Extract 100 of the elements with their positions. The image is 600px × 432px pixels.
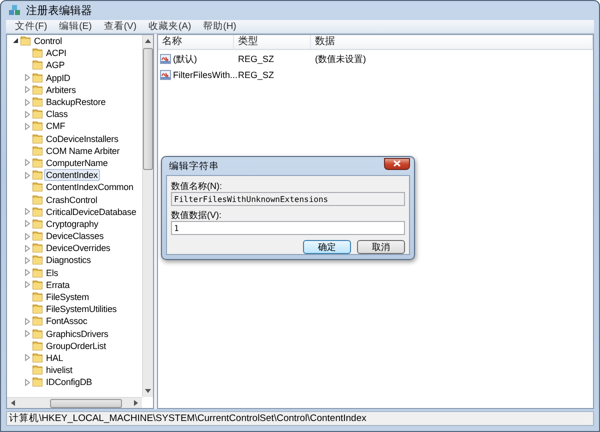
tree-item[interactable]: GraphicsDrivers <box>44 328 110 340</box>
tree-item[interactable]: Diagnostics <box>44 254 93 266</box>
tree-item[interactable]: Cryptography <box>44 218 100 230</box>
folder-icon <box>32 72 43 83</box>
tree-item[interactable]: GroupOrderList <box>44 340 108 352</box>
tree-item[interactable]: CMF <box>44 120 68 132</box>
input-field[interactable]: 1 <box>171 221 405 235</box>
tree-item[interactable]: AGP <box>44 59 67 72</box>
expand-arrow-icon[interactable] <box>25 244 30 252</box>
folder-icon <box>32 218 43 229</box>
tree-item[interactable]: CoDeviceInstallers <box>44 132 120 145</box>
column-header[interactable]: 名称 <box>158 35 234 49</box>
dialog-button[interactable]: 取消 <box>357 240 405 254</box>
expand-arrow-icon[interactable] <box>25 269 30 276</box>
value-name[interactable]: (默认) <box>173 52 197 66</box>
scroll-up-icon[interactable] <box>145 38 151 44</box>
string-value-icon <box>160 70 171 80</box>
tree-item[interactable]: HAL <box>44 352 66 364</box>
value-type: REG_SZ <box>237 54 276 64</box>
expand-arrow-icon[interactable] <box>25 110 30 118</box>
tree-item[interactable]: Errata <box>44 278 72 291</box>
tree-item[interactable]: DeviceClasses <box>44 230 106 242</box>
folder-icon <box>32 182 43 192</box>
folder-icon <box>32 84 43 95</box>
column-header[interactable]: 类型 <box>234 35 311 49</box>
expand-arrow-icon[interactable] <box>25 86 30 94</box>
folder-icon <box>32 146 43 156</box>
dialog-button[interactable]: 确定 <box>303 240 351 254</box>
tree-item[interactable]: FontAssoc <box>44 315 90 328</box>
expand-arrow-icon[interactable] <box>25 208 30 216</box>
expand-arrow-icon[interactable] <box>25 330 30 338</box>
tree-item[interactable]: Control <box>32 35 64 48</box>
tree-item[interactable]: Els <box>44 266 60 279</box>
folder-icon <box>32 231 43 242</box>
tree-item[interactable]: ContentIndex <box>44 169 100 182</box>
vertical-scrollbar[interactable] <box>142 35 153 397</box>
folder-icon <box>32 377 43 388</box>
menu-item[interactable]: 收藏夹(A) <box>142 20 198 33</box>
tree-item[interactable]: CrashControl <box>44 194 100 206</box>
tree-item[interactable]: ContentIndexCommon <box>44 181 136 194</box>
menu-item[interactable]: 编辑(E) <box>53 20 98 33</box>
value-name[interactable]: FilterFilesWith... <box>173 70 238 80</box>
expand-arrow-icon[interactable] <box>25 281 30 288</box>
scrollbar-thumb[interactable] <box>143 48 153 170</box>
folder-icon <box>32 170 43 180</box>
folder-icon <box>32 97 43 108</box>
field-label: 数值名称(N): <box>171 180 223 192</box>
expand-arrow-icon[interactable] <box>25 256 30 264</box>
folder-icon <box>32 48 43 58</box>
menu-item[interactable]: 帮助(H) <box>197 20 242 33</box>
scrollbar-thumb[interactable] <box>50 398 122 408</box>
expand-arrow-icon[interactable] <box>25 122 30 130</box>
expand-arrow-icon[interactable] <box>25 354 30 362</box>
folder-icon <box>32 365 43 376</box>
folder-icon <box>32 243 43 254</box>
tree-item[interactable]: hivelist <box>44 364 74 376</box>
tree-item[interactable]: CriticalDeviceDatabase <box>44 206 138 218</box>
expand-arrow-icon[interactable] <box>25 172 30 179</box>
tree-item[interactable]: BackupRestore <box>44 96 108 108</box>
value-data: (数值未设置) <box>314 52 367 66</box>
column-header[interactable]: 数据 <box>311 35 593 49</box>
folder-icon <box>32 194 43 205</box>
tree-item[interactable]: FileSystem <box>44 291 92 304</box>
folder-icon <box>32 255 43 266</box>
tree-item[interactable]: Arbiters <box>44 84 78 96</box>
folder-icon <box>32 340 43 351</box>
expand-arrow-icon[interactable] <box>25 220 30 228</box>
menu-item[interactable]: 查看(V) <box>98 20 142 33</box>
folder-icon <box>32 352 43 363</box>
tree-item[interactable]: ComputerName <box>44 156 110 169</box>
folder-icon <box>32 316 43 326</box>
tree-item[interactable]: AppID <box>44 72 72 84</box>
folder-icon <box>20 36 31 46</box>
scroll-left-icon[interactable] <box>10 400 16 406</box>
tree-item[interactable]: COM Name Arbiter <box>44 144 122 157</box>
scroll-right-icon[interactable] <box>133 400 139 406</box>
string-value-icon <box>160 54 171 64</box>
menu-item[interactable]: 文件(F) <box>9 20 54 33</box>
expand-arrow-icon[interactable] <box>25 74 30 82</box>
expand-arrow-icon[interactable] <box>25 318 30 325</box>
folder-icon <box>32 268 43 278</box>
tree-item[interactable]: DeviceOverrides <box>44 242 112 254</box>
horizontal-scrollbar[interactable] <box>7 397 142 408</box>
expand-arrow-icon[interactable] <box>25 159 30 166</box>
expand-arrow-icon[interactable] <box>25 378 30 386</box>
close-button[interactable] <box>384 158 410 170</box>
folder-icon <box>32 121 43 132</box>
tree-item[interactable]: ACPI <box>44 47 68 60</box>
expand-arrow-icon[interactable] <box>25 98 30 106</box>
scroll-down-icon[interactable] <box>145 388 151 394</box>
collapse-arrow-icon[interactable] <box>12 38 18 44</box>
expand-arrow-icon[interactable] <box>25 232 30 240</box>
folder-icon <box>32 60 43 70</box>
window-title: 注册表编辑器 <box>26 4 92 18</box>
tree-item[interactable]: FileSystemUtilities <box>44 303 119 316</box>
input-field[interactable]: FilterFilesWithUnknownExtensions <box>171 192 405 206</box>
tree-item[interactable]: Class <box>44 108 70 120</box>
tree-item[interactable]: IDConfigDB <box>44 376 94 388</box>
folder-icon <box>32 328 43 339</box>
registry-cubes-icon <box>8 4 21 16</box>
